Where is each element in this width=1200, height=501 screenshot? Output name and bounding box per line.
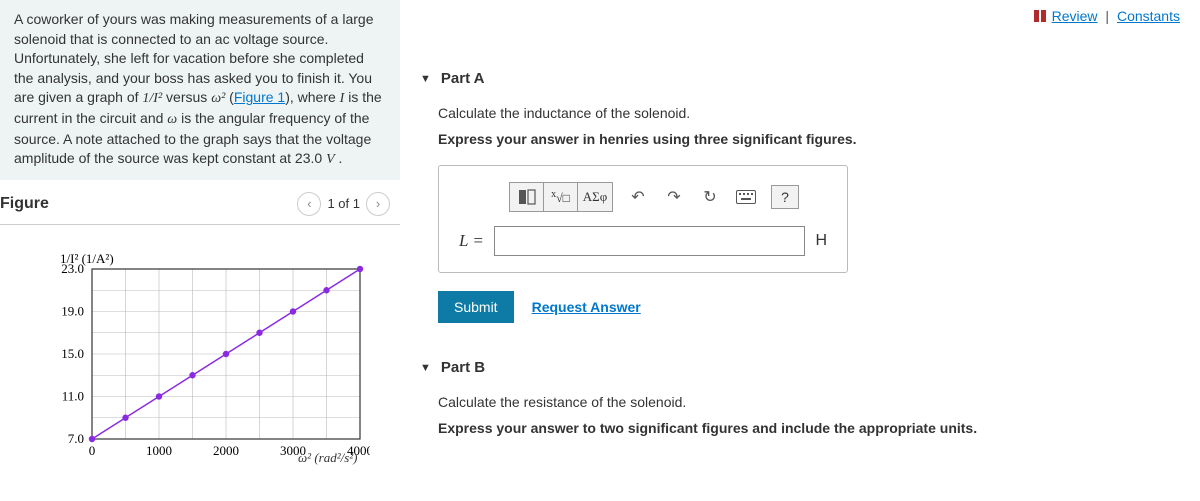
part-b-instruction: Express your answer to two significant f… (438, 420, 1180, 436)
part-b-header[interactable]: ▼ Part B (420, 359, 1180, 376)
keyboard-button[interactable] (735, 186, 757, 208)
svg-text:0: 0 (89, 443, 96, 458)
top-links: Review | Constants (1034, 8, 1180, 25)
answer-input[interactable] (494, 226, 806, 256)
svg-text:1000: 1000 (146, 443, 172, 458)
svg-text:2000: 2000 (213, 443, 239, 458)
format-toolbar: x√□ ΑΣφ (509, 182, 613, 212)
problem-statement: A coworker of yours was making measureme… (0, 0, 400, 180)
svg-text:19.0: 19.0 (61, 303, 84, 318)
review-link[interactable]: Review (1052, 8, 1098, 24)
unit-label: H (815, 232, 827, 250)
caret-down-icon: ▼ (420, 362, 431, 374)
part-a-header[interactable]: ▼ Part A (420, 70, 1180, 87)
undo-button[interactable]: ↶ (627, 186, 649, 208)
redo-button[interactable]: ↷ (663, 186, 685, 208)
flag-icon (1034, 9, 1048, 25)
help-button[interactable]: ? (771, 185, 799, 209)
part-a-instruction: Express your answer in henries using thr… (438, 131, 1180, 147)
templates-button[interactable] (510, 183, 544, 211)
greek-button[interactable]: ΑΣφ (578, 183, 612, 211)
figure-next-button[interactable]: › (366, 192, 390, 216)
x-axis-label: ω² (rad²/s²) (298, 450, 400, 466)
answer-box: x√□ ΑΣφ ↶ ↷ ↻ ? L = (438, 165, 848, 273)
part-b-prompt: Calculate the resistance of the solenoid… (438, 394, 1180, 410)
figure-title: Figure (0, 195, 49, 213)
variable-label: L = (459, 231, 484, 251)
constants-link[interactable]: Constants (1117, 8, 1180, 24)
figure-counter: 1 of 1 (327, 196, 360, 211)
svg-text:1/I² (1/A²): 1/I² (1/A²) (60, 251, 114, 266)
part-a-prompt: Calculate the inductance of the solenoid… (438, 105, 1180, 121)
reset-button[interactable]: ↻ (699, 186, 721, 208)
math-symbols-button[interactable]: x√□ (544, 183, 578, 211)
chart: 010002000300040007.011.015.019.023.01/I²… (30, 249, 370, 469)
request-answer-link[interactable]: Request Answer (532, 299, 641, 315)
figure-prev-button[interactable]: ‹ (297, 192, 321, 216)
submit-button[interactable]: Submit (438, 291, 514, 323)
caret-down-icon: ▼ (420, 73, 431, 85)
figure-link[interactable]: Figure 1 (234, 89, 285, 105)
svg-text:15.0: 15.0 (61, 346, 84, 361)
svg-text:11.0: 11.0 (62, 388, 84, 403)
svg-text:7.0: 7.0 (68, 431, 84, 446)
